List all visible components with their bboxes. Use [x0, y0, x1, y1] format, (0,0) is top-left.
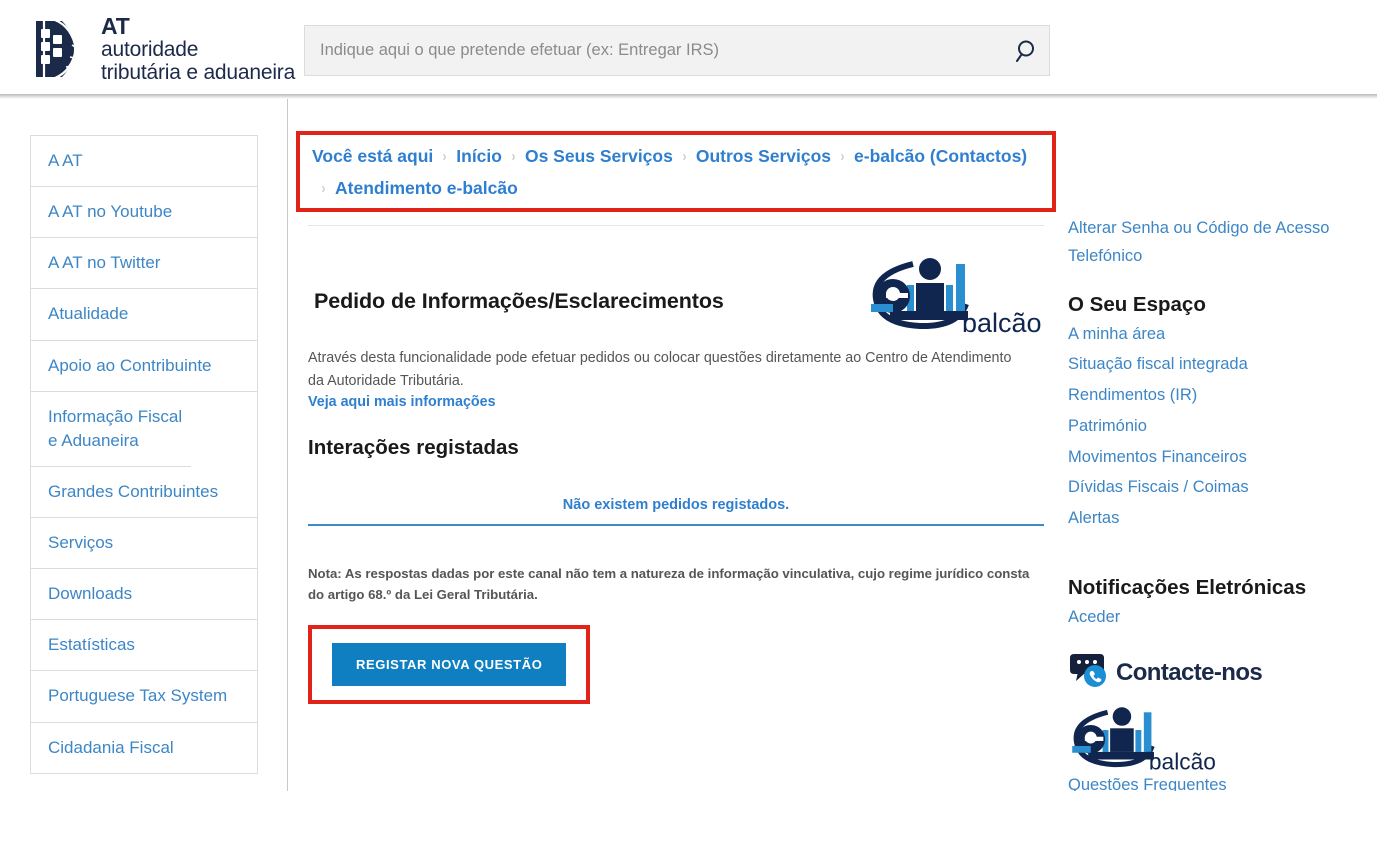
- at-logo-text: AT autoridade tributária e aduaneira: [101, 14, 295, 84]
- svg-text:balcão: balcão: [962, 308, 1042, 337]
- breadcrumb-row-1: Você está aqui › Início › Os Seus Serviç…: [312, 146, 1040, 166]
- contacte-nos-link[interactable]: Contacte-nos: [1068, 651, 1368, 696]
- logo-line-2: autoridade: [101, 37, 199, 61]
- e-balcao-logo-icon: balcão: [866, 252, 1044, 338]
- link-rendimentos-ir[interactable]: Rendimentos (IR): [1068, 380, 1368, 411]
- sidebar-item-cidadania-fiscal[interactable]: Cidadania Fiscal: [31, 723, 257, 774]
- left-sidebar: A AT A AT no Youtube A AT no Twitter Atu…: [30, 135, 258, 843]
- logo-line-1: AT: [101, 13, 130, 39]
- page-root: AT autoridade tributária e aduaneira Ind…: [0, 0, 1377, 843]
- left-menu: A AT A AT no Youtube A AT no Twitter Atu…: [30, 135, 258, 774]
- breadcrumb-item-e-balcao-contactos[interactable]: e-balcão (Contactos): [854, 147, 1027, 166]
- sidebar-item-a-at-no-twitter[interactable]: A AT no Twitter: [31, 238, 257, 290]
- contacte-nos-label: Contacte-nos: [1116, 659, 1263, 687]
- sidebar-item-apoio-ao-contribuinte[interactable]: Apoio ao Contribuinte: [31, 341, 257, 392]
- page-title-row: Pedido de Informações/Esclarecimentos ba…: [308, 252, 1044, 342]
- sidebar-item-servicos[interactable]: Serviços: [31, 518, 257, 570]
- chevron-right-icon: ›: [511, 148, 516, 166]
- chevron-right-icon: ›: [321, 179, 326, 197]
- legal-note: Nota: As respostas dadas por este canal …: [308, 563, 1038, 605]
- e-balcao-logo-icon: balcão: [1072, 707, 1216, 775]
- column-divider: [287, 99, 288, 791]
- registar-nova-questao-button[interactable]: REGISTAR NOVA QUESTÃO: [332, 643, 567, 687]
- link-alertas[interactable]: Alertas: [1068, 503, 1368, 534]
- content-divider: [308, 225, 1044, 226]
- note-label: Nota:: [308, 566, 342, 582]
- search-input[interactable]: Indique aqui o que pretende efetuar (ex:…: [305, 41, 1005, 60]
- header-divider: [0, 94, 1377, 99]
- breadcrumb-item-inicio[interactable]: Início: [456, 147, 502, 166]
- search-bar[interactable]: Indique aqui o que pretende efetuar (ex:…: [304, 25, 1050, 76]
- sidebar-item-estatisticas[interactable]: Estatísticas: [31, 620, 257, 672]
- at-logo[interactable]: AT autoridade tributária e aduaneira: [22, 14, 295, 84]
- breadcrumb-item-os-seus-servicos[interactable]: Os Seus Serviços: [525, 147, 673, 166]
- page-title: Pedido de Informações/Esclarecimentos: [314, 289, 724, 313]
- right-links-o-seu-espaco: A minha área Situação fiscal integrada R…: [1068, 319, 1368, 534]
- chevron-right-icon: ›: [442, 148, 447, 166]
- sidebar-item-grandes-contribuintes[interactable]: Grandes Contribuintes: [31, 467, 257, 518]
- sidebar-item-informacao-fiscal-e-aduaneira[interactable]: Informação Fiscal e Aduaneira: [31, 392, 191, 467]
- right-sidebar: Alterar Senha ou Código de Acesso Telefó…: [1068, 214, 1368, 795]
- breadcrumb-item-outros-servicos[interactable]: Outros Serviços: [696, 147, 831, 166]
- list-underline: [308, 524, 1044, 527]
- link-a-minha-area[interactable]: A minha área: [1068, 319, 1368, 350]
- link-patrimonio[interactable]: Património: [1068, 411, 1368, 442]
- link-dividas-fiscais-coimas[interactable]: Dívidas Fiscais / Coimas: [1068, 472, 1368, 503]
- breadcrumb-you-are-here: Você está aqui: [312, 146, 434, 166]
- right-heading-o-seu-espaco: O Seu Espaço: [1068, 292, 1206, 316]
- register-button-highlight-box: REGISTAR NOVA QUESTÃO: [308, 625, 591, 705]
- portugal-shield-logo-icon: [22, 15, 90, 83]
- empty-state-message: Não existem pedidos registados.: [562, 497, 790, 514]
- logo-line-3: tributária e aduaneira: [101, 60, 296, 84]
- section-title-interacoes: Interações registadas: [308, 436, 519, 460]
- sidebar-item-a-at[interactable]: A AT: [31, 136, 257, 188]
- breadcrumb: Você está aqui › Início › Os Seus Serviç…: [312, 146, 1040, 198]
- chevron-right-icon: ›: [682, 148, 687, 166]
- viewport-bottom-mask: [1060, 791, 1377, 843]
- chevron-right-icon: ›: [840, 148, 845, 166]
- e-balcao-sidebar-logo[interactable]: balcão: [1068, 702, 1218, 775]
- svg-text:balcão: balcão: [1149, 749, 1216, 774]
- site-header: AT autoridade tributária e aduaneira Ind…: [0, 0, 1377, 96]
- sidebar-item-downloads[interactable]: Downloads: [31, 569, 257, 621]
- breadcrumb-highlight-box: Você está aqui › Início › Os Seus Serviç…: [296, 131, 1056, 212]
- link-movimentos-financeiros[interactable]: Movimentos Financeiros: [1068, 442, 1368, 473]
- more-info-link[interactable]: Veja aqui mais informações: [308, 394, 1044, 410]
- interactions-list: Não existem pedidos registados.: [308, 497, 1044, 527]
- breadcrumb-item-atendimento-e-balcao[interactable]: Atendimento e-balcão: [335, 179, 518, 198]
- sidebar-item-portuguese-tax-system[interactable]: Portuguese Tax System: [31, 671, 257, 723]
- breadcrumb-row-2: › Atendimento e-balcão: [312, 179, 1040, 198]
- chat-phone-icon: [1068, 651, 1114, 696]
- link-aceder[interactable]: Aceder: [1068, 602, 1368, 633]
- sidebar-item-atualidade[interactable]: Atualidade: [31, 289, 257, 341]
- note-text: As respostas dadas por este canal não te…: [308, 566, 1030, 603]
- link-situacao-fiscal-integrada[interactable]: Situação fiscal integrada: [1068, 349, 1368, 380]
- main-content: Você está aqui › Início › Os Seus Serviç…: [296, 131, 1056, 705]
- viewport-bottom-mask-left: [0, 791, 287, 843]
- right-heading-notificacoes-eletronicas: Notificações Eletrónicas: [1068, 575, 1307, 599]
- sidebar-item-a-at-no-youtube[interactable]: A AT no Youtube: [31, 187, 257, 239]
- intro-text: Através desta funcionalidade pode efetua…: [308, 350, 1012, 389]
- link-alterar-senha[interactable]: Alterar Senha ou Código de Acesso Telefó…: [1068, 214, 1368, 271]
- search-icon[interactable]: [1005, 38, 1049, 64]
